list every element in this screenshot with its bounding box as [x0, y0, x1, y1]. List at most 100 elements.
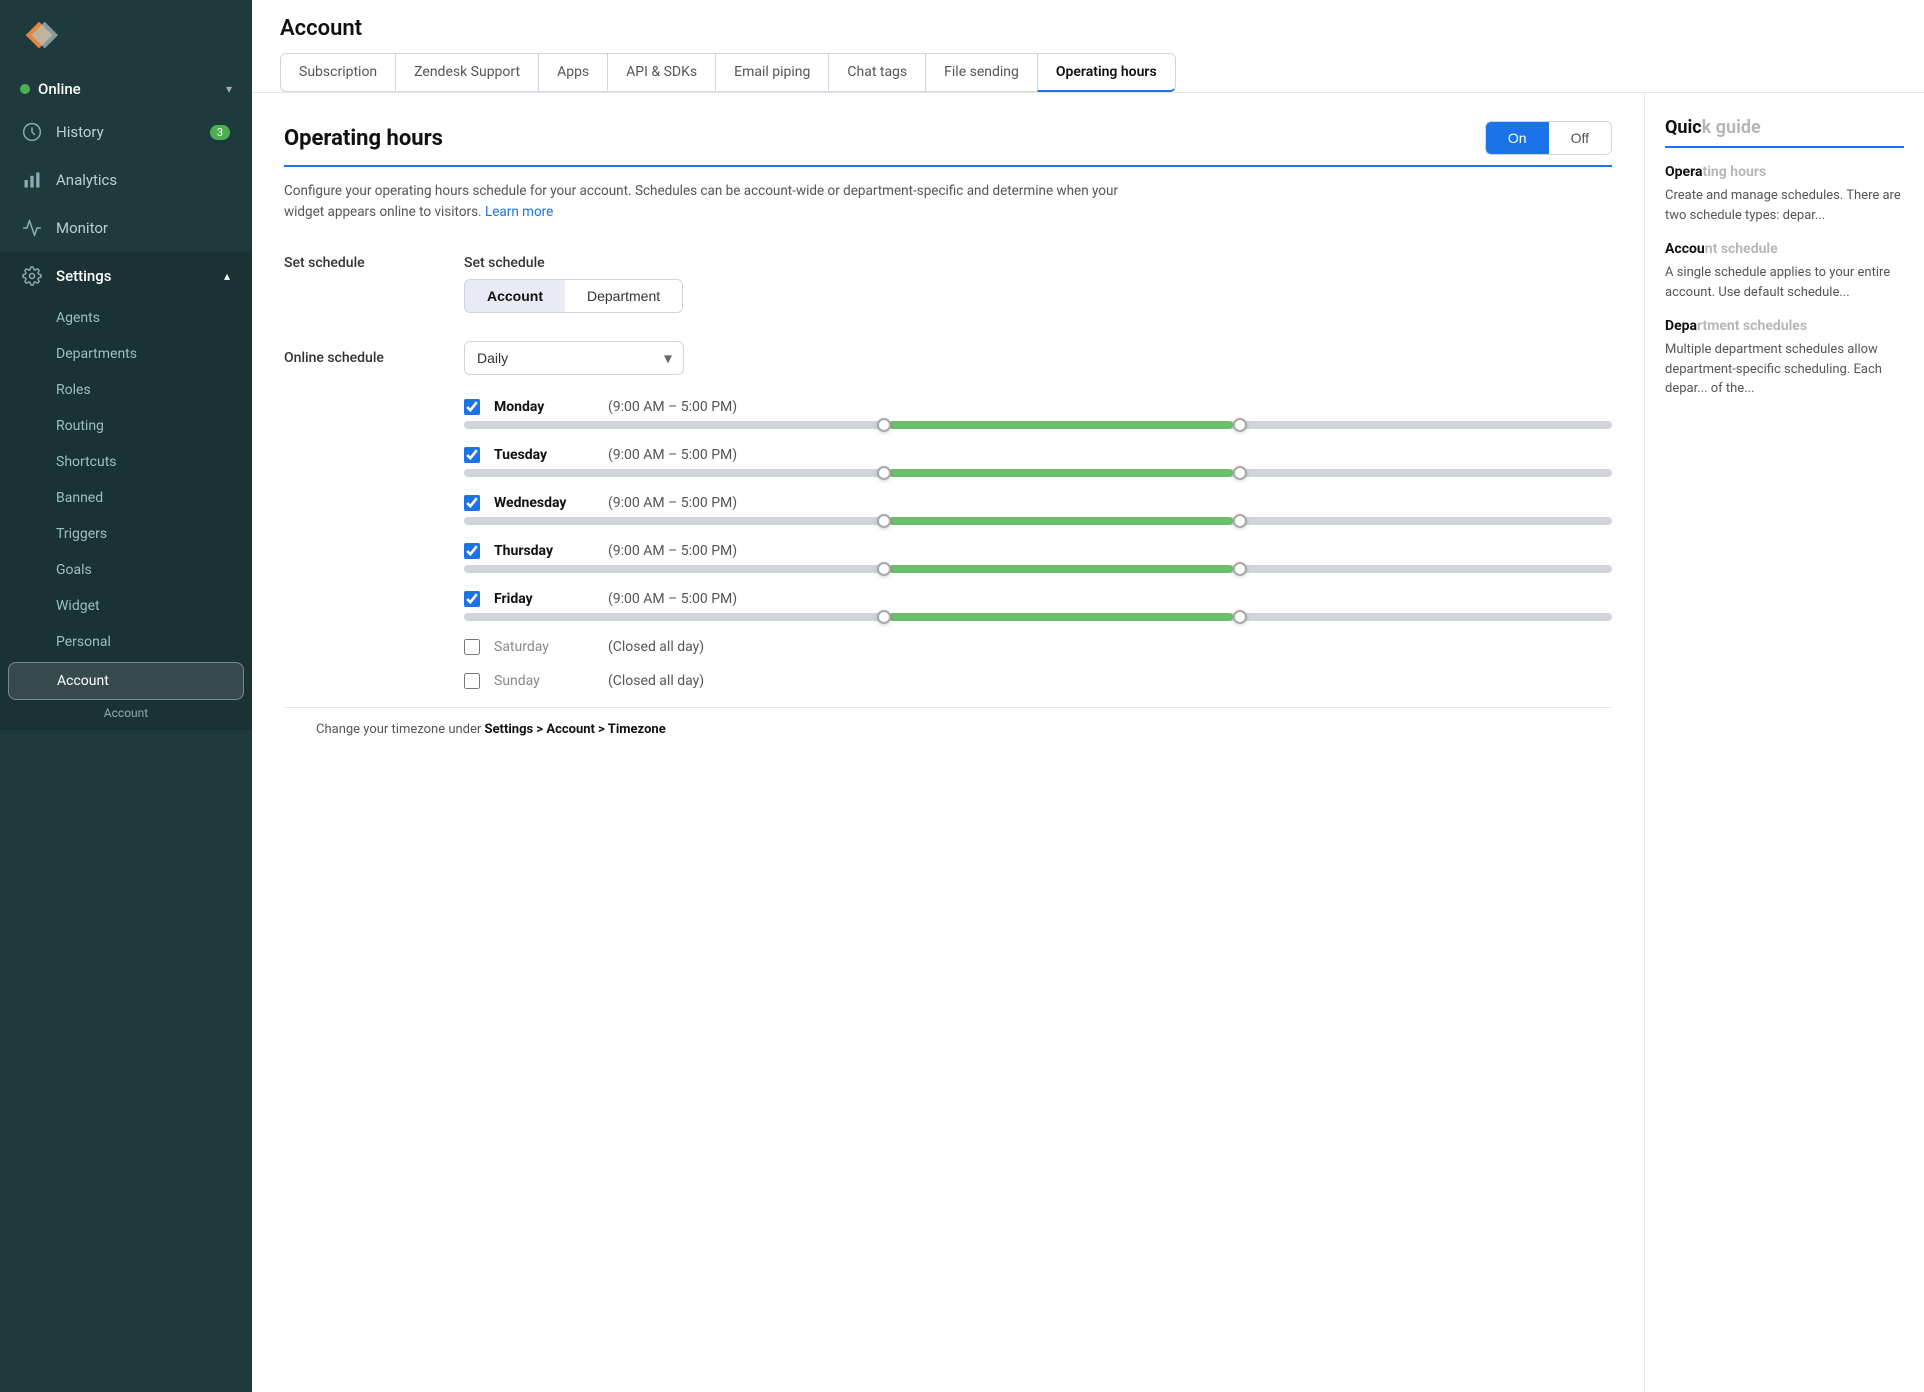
sunday-label: Sunday: [494, 673, 594, 689]
sidebar-item-goals[interactable]: Goals: [0, 552, 252, 588]
online-schedule-label: Online schedule: [284, 350, 464, 366]
tuesday-slider-fill: [889, 469, 1233, 477]
day-row-friday: Friday (9:00 AM – 5:00 PM): [464, 591, 1612, 621]
friday-slider-fill: [889, 613, 1233, 621]
logo-icon: [20, 18, 58, 56]
tab-chat-tags[interactable]: Chat tags: [828, 53, 925, 92]
monday-label: Monday: [494, 399, 594, 415]
sidebar-item-banned[interactable]: Banned: [0, 480, 252, 516]
tuesday-thumb-left[interactable]: [877, 466, 891, 480]
main-area: Account Subscription Zendesk Support App…: [252, 0, 1924, 1392]
sidebar-item-history[interactable]: History 3: [0, 108, 252, 156]
learn-more-link[interactable]: Learn more: [485, 204, 553, 220]
department-button[interactable]: Department: [565, 280, 682, 312]
sidebar-item-triggers[interactable]: Triggers: [0, 516, 252, 552]
set-schedule-label: Set schedule: [284, 247, 464, 271]
monday-thumb-right[interactable]: [1233, 418, 1247, 432]
tuesday-checkbox[interactable]: [464, 447, 480, 463]
friday-thumb-right[interactable]: [1233, 610, 1247, 624]
bar-chart-icon: [22, 170, 42, 190]
thursday-checkbox[interactable]: [464, 543, 480, 559]
thursday-thumb-right[interactable]: [1233, 562, 1247, 576]
day-row-tuesday: Tuesday (9:00 AM – 5:00 PM): [464, 447, 1612, 477]
tab-file-sending[interactable]: File sending: [925, 53, 1037, 92]
wednesday-checkbox[interactable]: [464, 495, 480, 511]
tab-email-piping[interactable]: Email piping: [715, 53, 828, 92]
bottom-note: Change your timezone under Settings > Ac…: [284, 707, 1612, 751]
account-department-toggle: Account Department: [464, 279, 683, 313]
status-indicator: [20, 84, 30, 94]
tuesday-thumb-right[interactable]: [1233, 466, 1247, 480]
sidebar-item-shortcuts[interactable]: Shortcuts: [0, 444, 252, 480]
thursday-thumb-left[interactable]: [877, 562, 891, 576]
day-row-saturday: Saturday (Closed all day): [464, 639, 1612, 655]
days-container: Monday (9:00 AM – 5:00 PM) Tuesday (9:00: [464, 399, 1612, 689]
friday-slider[interactable]: [464, 613, 1612, 621]
sidebar-item-widget[interactable]: Widget: [0, 588, 252, 624]
day-header-saturday: Saturday (Closed all day): [464, 639, 1612, 655]
saturday-checkbox[interactable]: [464, 639, 480, 655]
history-badge: 3: [210, 125, 230, 140]
sidebar-item-personal[interactable]: Personal: [0, 624, 252, 660]
online-schedule-select-wrapper: Daily Weekly ▾: [464, 341, 684, 375]
monday-slider[interactable]: [464, 421, 1612, 429]
chevron-up-icon: ▴: [224, 269, 230, 283]
set-schedule-sublabel: Set schedule: [464, 247, 644, 271]
settings-header[interactable]: Settings ▴: [0, 252, 252, 300]
sidebar-item-agents[interactable]: Agents: [0, 300, 252, 336]
thursday-label: Thursday: [494, 543, 594, 559]
set-schedule-controls: Set schedule Account Department: [464, 247, 1612, 313]
tab-subscription[interactable]: Subscription: [280, 53, 395, 92]
online-schedule-select[interactable]: Daily Weekly: [464, 341, 684, 375]
friday-thumb-left[interactable]: [877, 610, 891, 624]
sidebar-item-routing[interactable]: Routing: [0, 408, 252, 444]
toggle-off-button[interactable]: Off: [1549, 122, 1611, 154]
sidebar-item-account[interactable]: Account: [8, 662, 244, 700]
right-panel: Quick guide Operating hours Create and m…: [1644, 93, 1924, 1392]
logo: [0, 0, 252, 70]
quick-section-dept-text: Multiple department schedules allow depa…: [1665, 340, 1904, 399]
monday-checkbox[interactable]: [464, 399, 480, 415]
friday-hours: (9:00 AM – 5:00 PM): [608, 591, 737, 607]
wednesday-thumb-right[interactable]: [1233, 514, 1247, 528]
gear-icon: [22, 266, 42, 286]
set-schedule-row: Set schedule Set schedule Account Depart…: [284, 247, 1612, 313]
toggle-on-button[interactable]: On: [1486, 122, 1549, 154]
description-text: Configure your operating hours schedule …: [284, 181, 1144, 223]
day-header-friday: Friday (9:00 AM – 5:00 PM): [464, 591, 1612, 607]
friday-checkbox[interactable]: [464, 591, 480, 607]
monday-hours: (9:00 AM – 5:00 PM): [608, 399, 737, 415]
status-selector[interactable]: Online ▾: [0, 70, 252, 108]
on-off-toggle: On Off: [1485, 121, 1612, 155]
sidebar-item-analytics[interactable]: Analytics: [0, 156, 252, 204]
day-header-tuesday: Tuesday (9:00 AM – 5:00 PM): [464, 447, 1612, 463]
day-row-sunday: Sunday (Closed all day): [464, 673, 1612, 689]
tab-operating-hours[interactable]: Operating hours: [1037, 53, 1176, 92]
sidebar-item-departments[interactable]: Departments: [0, 336, 252, 372]
quick-section-account-title: Account schedule: [1665, 241, 1904, 257]
tuesday-slider[interactable]: [464, 469, 1612, 477]
monday-slider-fill: [889, 421, 1233, 429]
content-wrapper: Operating hours On Off Configure your op…: [252, 93, 1924, 1392]
sidebar-item-label-history: History: [56, 123, 104, 141]
monday-thumb-left[interactable]: [877, 418, 891, 432]
wednesday-slider[interactable]: [464, 517, 1612, 525]
status-label: Online: [38, 80, 81, 98]
tab-apps[interactable]: Apps: [538, 53, 607, 92]
wednesday-thumb-left[interactable]: [877, 514, 891, 528]
quick-section-opera-title: Operating hours: [1665, 164, 1904, 180]
tuesday-hours: (9:00 AM – 5:00 PM): [608, 447, 737, 463]
thursday-slider[interactable]: [464, 565, 1612, 573]
sidebar-item-roles[interactable]: Roles: [0, 372, 252, 408]
day-header-thursday: Thursday (9:00 AM – 5:00 PM): [464, 543, 1612, 559]
sunday-checkbox[interactable]: [464, 673, 480, 689]
tab-api-sdks[interactable]: API & SDKs: [607, 53, 715, 92]
chevron-down-icon: ▾: [226, 82, 232, 96]
sidebar-item-label-monitor: Monitor: [56, 219, 108, 237]
wednesday-hours: (9:00 AM – 5:00 PM): [608, 495, 737, 511]
tab-zendesk-support[interactable]: Zendesk Support: [395, 53, 538, 92]
day-row-thursday: Thursday (9:00 AM – 5:00 PM): [464, 543, 1612, 573]
sidebar-item-monitor[interactable]: Monitor: [0, 204, 252, 252]
account-button[interactable]: Account: [465, 280, 565, 312]
saturday-hours: (Closed all day): [608, 639, 704, 655]
